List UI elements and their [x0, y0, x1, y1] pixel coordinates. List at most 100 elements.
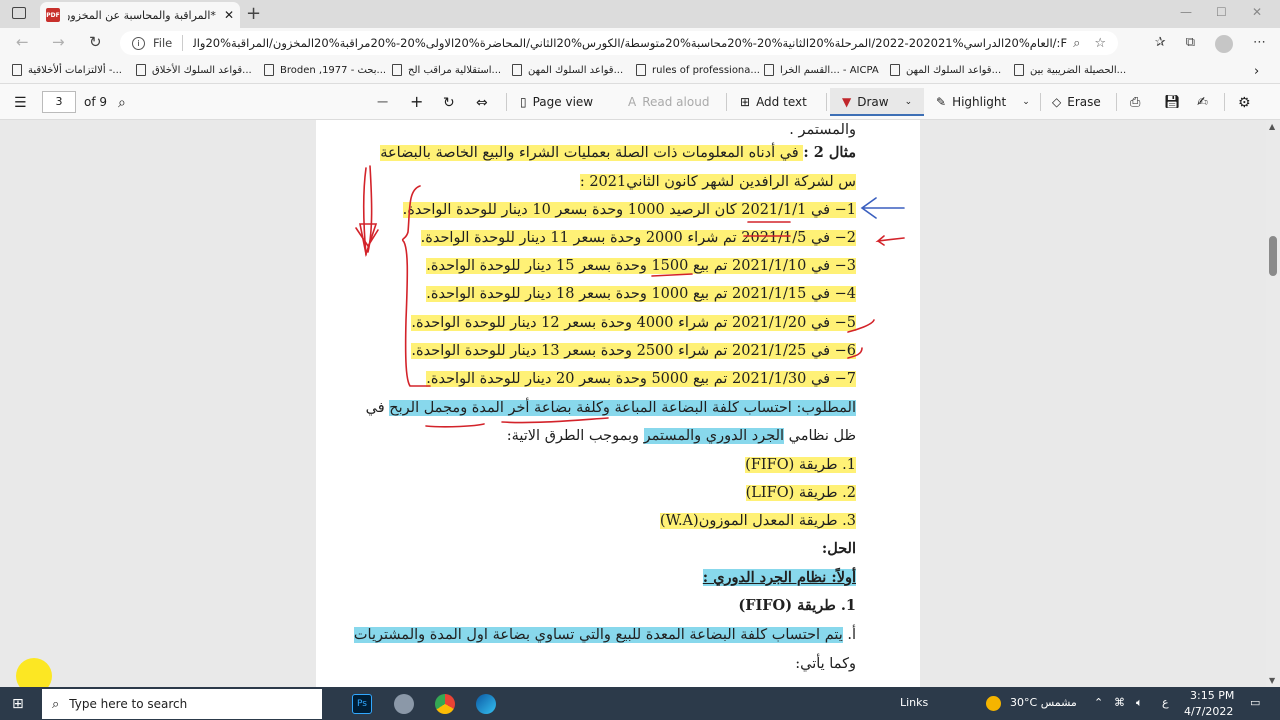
favorite-item[interactable]: الحصيلة الضريبية بين... [1014, 64, 1126, 76]
print-icon[interactable]: ⎙ [1130, 95, 1140, 110]
notifications-icon[interactable]: ▭ [1250, 696, 1260, 709]
profile-avatar[interactable] [1215, 35, 1233, 53]
read-aloud-icon: A [628, 95, 637, 109]
tab-active[interactable]: PDF *المراقبة والمحاسبة عن المخزون ال ✕ [40, 2, 240, 28]
url-box[interactable]: i File F:/العام%20الدراسي%202021-2022/ال… [120, 31, 1118, 55]
ink-arrow-small [875, 235, 905, 246]
more-menu-icon[interactable]: ⋯ [1253, 35, 1266, 53]
ink-check [847, 319, 875, 333]
add-text-icon: ⊞ [740, 95, 751, 109]
favorite-item[interactable]: rules of professiona... [636, 64, 760, 76]
page-icon [512, 64, 522, 76]
draw-pen-icon: ▼ [842, 95, 852, 109]
back-button[interactable]: ← [16, 33, 29, 51]
page-view-button[interactable]: ▯ Page view [520, 95, 593, 109]
add-text-button[interactable]: ⊞ Add text [740, 95, 807, 109]
contents-icon[interactable]: ☰ [14, 95, 27, 111]
highlight-button[interactable]: ✎ Highlight ⌄ [936, 95, 1030, 109]
network-icon[interactable]: ⌘ [1114, 696, 1125, 709]
pdf-page: والمستمر . مثال 2 : في أدناه المعلومات ذا… [316, 120, 920, 687]
scroll-up-icon[interactable]: ▲ [1269, 122, 1275, 131]
refresh-button[interactable]: ↻ [89, 33, 102, 51]
weather-widget[interactable]: 30°C مشمس [1010, 696, 1077, 709]
scroll-down-icon[interactable]: ▼ [1269, 676, 1275, 685]
address-bar-row: ← → ↻ i File F:/العام%20الدراسي%202021-2… [0, 28, 1280, 58]
settings-icon[interactable]: ⚙ [1238, 95, 1251, 111]
favorite-item[interactable]: القسم الخرا... - AICPA [764, 64, 879, 76]
close-tab-icon[interactable]: ✕ [224, 8, 234, 22]
read-aloud-button[interactable]: A Read aloud [628, 95, 709, 109]
rotate-icon[interactable]: ↻ [443, 95, 455, 111]
favorite-item[interactable]: استقلالية مراقب الح... [392, 64, 501, 76]
favorites-icon[interactable]: ✰ [1155, 35, 1166, 53]
edge-icon[interactable] [476, 694, 496, 714]
taskbar: ⊞ ⌕ Type here to search Ps Links 30°C مش… [0, 687, 1280, 720]
url-text[interactable]: F:/العام%20الدراسي%202021-2022/المرحلة%2… [193, 36, 1073, 50]
favorite-item[interactable]: Broden ,1977 - بحث... [264, 64, 386, 76]
photoshop-icon[interactable]: Ps [352, 694, 372, 714]
maximize-button[interactable]: ☐ [1216, 5, 1227, 19]
pdf-icon: PDF [46, 8, 60, 22]
vertical-scrollbar[interactable]: ▲ ▼ [1266, 120, 1280, 687]
ink-check [847, 347, 863, 359]
clock-time[interactable]: 3:15 PM [1190, 689, 1234, 702]
close-window-button[interactable]: ✕ [1252, 5, 1262, 19]
windows-start-icon[interactable]: ⊞ [12, 696, 24, 712]
zoom-out-button[interactable]: − [376, 92, 389, 111]
page-number-input[interactable]: 3 [42, 91, 76, 113]
ink-underline [651, 273, 693, 277]
favorite-item[interactable]: قواعد السلوك المهن... [512, 64, 623, 76]
pdf-toolbar: ☰ 3 of 9 ⌕ − + ↻ ⇔ ▯ Page view A Read alou… [0, 84, 1280, 120]
search-placeholder: Type here to search [69, 697, 188, 711]
page-icon [764, 64, 774, 76]
search-icon[interactable]: ⌕ [118, 95, 126, 111]
ink-underline [501, 417, 609, 424]
save-as-icon[interactable]: ✍ [1197, 95, 1208, 110]
chevron-up-icon[interactable]: ⌃ [1094, 696, 1103, 709]
favorites-bar: ألالتزامات ألأخلاقية -... قواعد السلوك ا… [0, 58, 1280, 84]
zoom-in-button[interactable]: + [410, 92, 423, 111]
highlighter-icon: ✎ [936, 95, 947, 109]
chevron-right-icon[interactable]: › [1254, 64, 1259, 79]
favorite-item[interactable]: قواعد السلوك المهن... [890, 64, 1001, 76]
forward-button[interactable]: → [52, 33, 65, 51]
eraser-icon: ◇ [1052, 95, 1062, 109]
fit-page-icon[interactable]: ⇔ [476, 95, 488, 111]
page-icon [890, 64, 900, 76]
language-indicator[interactable]: ع [1162, 696, 1169, 709]
chevron-down-icon[interactable]: ⌄ [905, 97, 913, 107]
tab-title: *المراقبة والمحاسبة عن المخزون ال [68, 8, 216, 22]
favorite-item[interactable]: ألالتزامات ألأخلاقية -... [12, 64, 122, 76]
favorite-item[interactable]: قواعد السلوك الأخلاق... [136, 64, 252, 76]
taskbar-search[interactable]: ⌕ Type here to search [42, 689, 322, 719]
zoom-icon[interactable]: ⌕ [1073, 36, 1080, 51]
app-icon[interactable] [394, 694, 414, 714]
chrome-icon[interactable] [435, 694, 455, 714]
erase-button[interactable]: ◇ Erase [1052, 95, 1101, 109]
clock-date[interactable]: 4/7/2022 [1184, 705, 1233, 718]
ink-arrow-head [355, 227, 379, 248]
volume-icon[interactable]: 🔈︎ [1136, 696, 1143, 710]
tab-actions-icon[interactable] [12, 7, 26, 19]
draw-button[interactable]: ▼ Draw ⌄ [842, 95, 912, 109]
page-icon [1014, 64, 1024, 76]
page-icon [636, 64, 646, 76]
info-icon[interactable]: i [132, 36, 145, 50]
page-icon [392, 64, 402, 76]
links-toolbar[interactable]: Links [900, 696, 928, 709]
page-icon [136, 64, 146, 76]
search-icon: ⌕ [52, 696, 60, 712]
save-icon[interactable]: 💾︎ [1164, 95, 1181, 110]
add-favorite-icon[interactable]: ☆ [1094, 36, 1106, 51]
new-tab-button[interactable]: + [246, 3, 261, 24]
page-view-icon: ▯ [520, 95, 527, 109]
sun-icon [986, 696, 1001, 711]
scroll-thumb[interactable] [1269, 236, 1277, 276]
minimize-button[interactable]: — [1180, 5, 1192, 19]
collections-icon[interactable]: ⧉ [1186, 35, 1195, 53]
ink-underline [425, 423, 485, 428]
page-icon [264, 64, 274, 76]
chevron-down-icon[interactable]: ⌄ [1022, 97, 1030, 107]
tab-strip: PDF *المراقبة والمحاسبة عن المخزون ال ✕ … [0, 0, 1280, 28]
ink-annotations [355, 165, 905, 428]
